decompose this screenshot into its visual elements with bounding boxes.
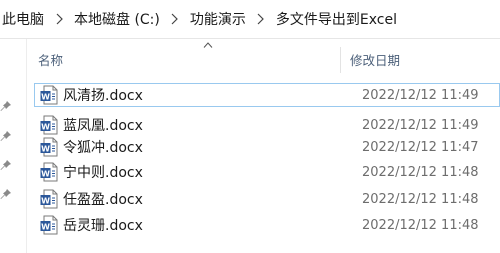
chevron-right-icon[interactable] <box>162 0 188 38</box>
breadcrumb-this-pc[interactable]: 此电脑 <box>0 0 46 38</box>
column-resize-handle[interactable] <box>340 47 341 73</box>
word-doc-icon: W <box>40 115 58 135</box>
file-row[interactable]: W 宁中则.docx 2022/12/12 11:48 <box>34 160 500 184</box>
column-header-date-label: 修改日期 <box>350 52 401 68</box>
column-header-date-modified[interactable]: 修改日期 <box>344 39 500 79</box>
file-row[interactable]: W 蓝凤凰.docx 2022/12/12 11:49 <box>34 113 500 137</box>
breadcrumb-current-folder[interactable]: 多文件导出到Excel <box>274 0 399 38</box>
svg-text:W: W <box>41 144 50 153</box>
file-name: 蓝凤凰.docx <box>63 118 143 134</box>
column-header-name[interactable]: 名称 <box>27 39 339 79</box>
chevron-right-icon[interactable] <box>248 0 274 38</box>
navigation-pane <box>0 39 26 253</box>
file-row[interactable]: W 任盈盈.docx 2022/12/12 11:48 <box>34 187 500 211</box>
file-date-modified: 2022/12/12 11:47 <box>362 139 479 155</box>
column-header-name-label: 名称 <box>38 52 64 68</box>
breadcrumb-local-disk[interactable]: 本地磁盘 (C:) <box>72 0 162 38</box>
breadcrumb: 此电脑 本地磁盘 (C:) 功能演示 多文件导出到Excel <box>0 0 500 39</box>
svg-text:W: W <box>41 169 50 178</box>
file-row[interactable]: W 令狐冲.docx 2022/12/12 11:47 <box>34 135 500 159</box>
svg-text:W: W <box>41 196 50 205</box>
file-name: 岳灵珊.docx <box>63 218 143 234</box>
chevron-right-icon[interactable] <box>46 0 72 38</box>
file-row[interactable]: W 风清扬.docx 2022/12/12 11:49 <box>34 83 500 107</box>
file-date-modified: 2022/12/12 11:48 <box>362 217 479 233</box>
pin-icon[interactable] <box>0 97 12 111</box>
breadcrumb-demo-folder[interactable]: 功能演示 <box>188 0 248 38</box>
word-doc-icon: W <box>40 85 58 105</box>
file-name: 宁中则.docx <box>63 165 143 181</box>
pin-icon[interactable] <box>0 185 12 199</box>
column-header-row: 名称 修改日期 <box>27 39 500 79</box>
word-doc-icon: W <box>40 137 58 157</box>
word-doc-icon: W <box>40 215 58 235</box>
word-doc-icon: W <box>40 162 58 182</box>
file-name: 令狐冲.docx <box>63 140 143 156</box>
file-date-modified: 2022/12/12 11:49 <box>362 87 479 103</box>
pin-icon[interactable] <box>0 127 12 141</box>
file-explorer-window: 此电脑 本地磁盘 (C:) 功能演示 多文件导出到Excel 名称 修改日期 W… <box>0 0 500 253</box>
file-row[interactable]: W 岳灵珊.docx 2022/12/12 11:48 <box>34 213 500 237</box>
svg-text:W: W <box>41 92 50 101</box>
file-date-modified: 2022/12/12 11:49 <box>362 117 479 133</box>
pin-icon[interactable] <box>0 156 12 170</box>
svg-text:W: W <box>41 222 50 231</box>
file-date-modified: 2022/12/12 11:48 <box>362 164 479 180</box>
word-doc-icon: W <box>40 189 58 209</box>
file-name: 任盈盈.docx <box>63 192 143 208</box>
svg-text:W: W <box>41 122 50 131</box>
file-date-modified: 2022/12/12 11:48 <box>362 191 479 207</box>
file-name: 风清扬.docx <box>63 88 143 104</box>
